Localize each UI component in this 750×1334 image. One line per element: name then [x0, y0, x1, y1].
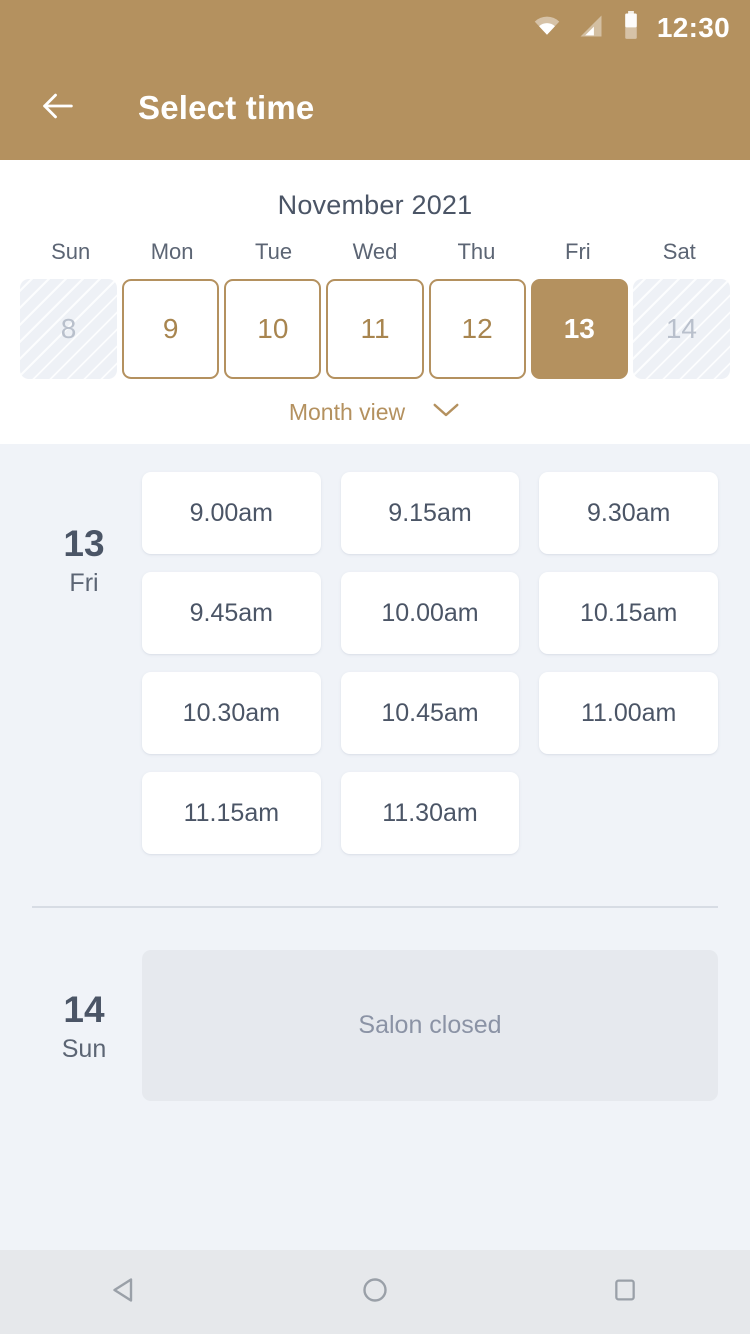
nav-home-button[interactable]	[320, 1250, 430, 1334]
nav-back-triangle-icon	[107, 1272, 143, 1313]
time-slot[interactable]: 9.00am	[142, 472, 321, 554]
day-group-number: 13	[63, 523, 105, 564]
android-nav-bar	[0, 1250, 750, 1334]
time-slot[interactable]: 10.00am	[340, 572, 520, 654]
calendar-day-11[interactable]: 11	[326, 279, 424, 379]
status-icons	[533, 10, 641, 46]
day-group-weekday: Fri	[69, 568, 99, 597]
chevron-down-icon	[431, 401, 461, 424]
app-bar: Select time	[0, 56, 750, 160]
calendar-day-9[interactable]: 9	[122, 279, 220, 379]
weekday-label: Mon	[150, 239, 194, 264]
time-slot-grid: 9.00am 9.15am 9.30am 9.45am 10.00am 10.1…	[136, 472, 718, 854]
calendar-day-14: 14	[632, 279, 730, 379]
nav-recents-button[interactable]	[570, 1250, 680, 1334]
time-slot[interactable]: 11.00am	[539, 672, 718, 754]
status-bar: 12:30	[0, 0, 750, 56]
page-title: Select time	[138, 89, 315, 126]
time-slot[interactable]: 10.30am	[142, 672, 321, 754]
calendar-day-10[interactable]: 10	[224, 279, 322, 379]
schedule-content: 13 Fri 9.00am 9.15am 9.30am 9.45am 10.00…	[0, 444, 750, 1250]
time-slot[interactable]: 10.45am	[340, 672, 520, 754]
time-slot[interactable]: 11.30am	[340, 772, 520, 854]
time-slot[interactable]: 10.15am	[539, 572, 718, 654]
select-time-screen: 12:30 Select time November 2021 Sun Mon …	[0, 0, 750, 1334]
signal-icon	[577, 12, 605, 45]
calendar-panel: November 2021 Sun Mon Tue Wed Thu Fri Sa…	[0, 160, 750, 444]
day-group-label: 13 Fri	[32, 472, 136, 854]
nav-back-button[interactable]	[70, 1250, 180, 1334]
battery-icon	[621, 10, 641, 46]
status-bar-clock: 12:30	[656, 12, 730, 43]
day-group-number: 14	[63, 989, 105, 1030]
back-button[interactable]	[34, 84, 82, 132]
weekday-label: Fri	[565, 239, 591, 264]
day-group-13: 13 Fri 9.00am 9.15am 9.30am 9.45am 10.00…	[0, 444, 750, 854]
time-slot[interactable]: 9.30am	[539, 472, 718, 554]
month-view-label: Month view	[288, 399, 406, 425]
time-slot[interactable]: 9.45am	[142, 572, 321, 654]
weekday-label: Thu	[457, 239, 496, 264]
calendar-weekday-header: Sun Mon Tue Wed Thu Fri Sat	[0, 239, 750, 265]
day-group-14: 14 Sun Salon closed	[0, 908, 750, 1101]
month-view-toggle[interactable]: Month view	[0, 399, 750, 426]
wifi-icon	[533, 12, 561, 45]
back-arrow-icon	[38, 86, 78, 131]
calendar-day-12[interactable]: 12	[428, 279, 526, 379]
calendar-day-row: 8 9 10 11 12 13 14	[0, 279, 750, 379]
weekday-label: Sun	[51, 239, 91, 264]
weekday-label: Wed	[352, 239, 398, 264]
day-group-weekday: Sun	[61, 1034, 107, 1063]
weekday-label: Tue	[255, 239, 293, 264]
calendar-month-title: November 2021	[277, 190, 473, 220]
calendar-day-13[interactable]: 13	[530, 279, 628, 379]
calendar-day-8: 8	[20, 279, 118, 379]
time-slot[interactable]: 9.15am	[340, 472, 520, 554]
weekday-label: Sat	[662, 239, 696, 264]
day-group-label: 14 Sun	[32, 950, 136, 1101]
nav-recents-square-icon	[609, 1274, 641, 1311]
nav-home-circle-icon	[357, 1272, 393, 1313]
time-slot[interactable]: 11.15am	[142, 772, 321, 854]
salon-closed-card: Salon closed	[142, 950, 718, 1101]
